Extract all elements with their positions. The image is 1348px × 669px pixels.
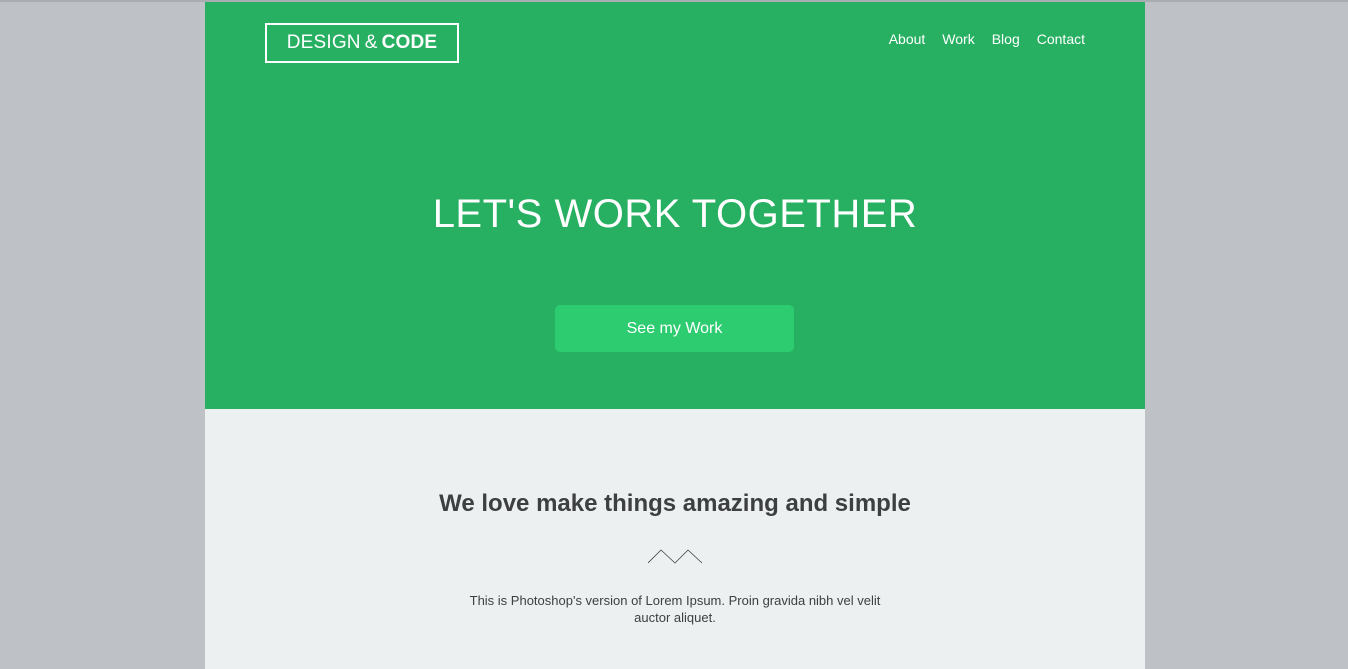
nav-link-about[interactable]: About — [889, 31, 926, 47]
hero-section: DESIGN & CODE About Work Blog Contact LE… — [205, 2, 1145, 409]
zigzag-icon — [648, 549, 702, 564]
page-container: DESIGN & CODE About Work Blog Contact LE… — [205, 2, 1145, 669]
see-my-work-button[interactable]: See my Work — [555, 305, 794, 352]
logo-text-design: DESIGN — [286, 32, 361, 53]
logo-text-code: CODE — [381, 32, 438, 53]
intro-title: We love make things amazing and simple — [439, 490, 911, 517]
nav-link-blog[interactable]: Blog — [992, 31, 1020, 47]
logo[interactable]: DESIGN & CODE — [265, 23, 459, 63]
nav-link-contact[interactable]: Contact — [1037, 31, 1085, 47]
nav-link-work[interactable]: Work — [942, 31, 974, 47]
hero-title: LET'S WORK TOGETHER — [432, 192, 918, 236]
main-nav: About Work Blog Contact — [889, 31, 1085, 47]
logo-ampersand: & — [364, 32, 378, 53]
intro-text: This is Photoshop's version of Lorem Ips… — [469, 593, 881, 625]
